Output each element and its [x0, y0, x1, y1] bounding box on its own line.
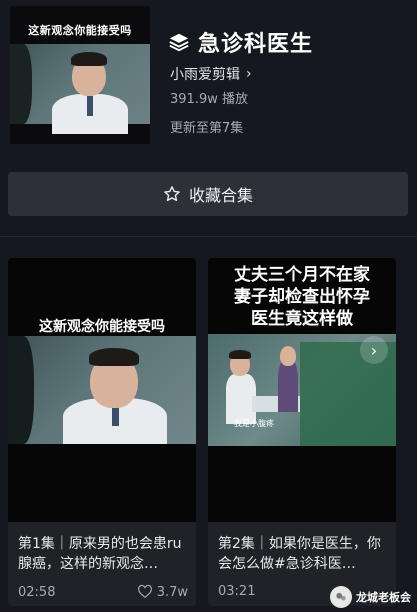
cover-scene-image: [10, 44, 150, 134]
collect-collection-button[interactable]: 收藏合集: [8, 172, 408, 216]
episode-duration: 03:21: [218, 584, 256, 599]
episode-thumbnail[interactable]: 这新观念你能接受吗: [8, 258, 196, 522]
collection-title: 急诊科医生: [198, 32, 314, 57]
chevron-right-icon: ›: [246, 66, 252, 82]
collection-title-row: 急诊科医生: [168, 28, 314, 57]
caption-line-1: 丈夫三个月不在家: [234, 265, 370, 285]
collect-label: 收藏合集: [188, 186, 253, 205]
chevron-right-icon[interactable]: ›: [360, 336, 388, 364]
episode-title: 第1集｜原来男的也会患ru腺癌，这样的新观念…: [18, 536, 182, 572]
play-count: 391.9w 播放: [170, 92, 248, 107]
episode-card-1[interactable]: 这新观念你能接受吗 第1集｜原来男的也会患ru腺癌，这样的新观念… 02:58 …: [8, 258, 196, 606]
watermark-logo-icon: [330, 586, 352, 608]
episode-meta: 02:58 3.7w: [18, 584, 188, 600]
star-icon: [164, 186, 180, 202]
author-link[interactable]: 小雨爱剪辑 ›: [170, 64, 252, 84]
scene-caption: 我是小腹疼: [234, 419, 274, 428]
episode-thumbnail[interactable]: 丈夫三个月不在家 妻子却检查出怀孕 医生竟这样做 我是小腹疼 ›: [208, 258, 396, 522]
layers-icon: [169, 33, 189, 52]
collection-cover[interactable]: 这新观念你能接受吗: [10, 6, 150, 144]
likes-count: 3.7w: [156, 584, 188, 600]
episode-title: 第2集｜如果你是医生，你会怎么做#急诊科医…: [218, 536, 381, 572]
collection-header: 这新观念你能接受吗 急诊科医生 小雨爱剪辑 › 391.9w 播放 更新至第7集: [0, 0, 417, 160]
watermark-text: 龙城老板会: [356, 591, 411, 604]
divider: [0, 236, 417, 237]
watermark: 龙城老板会: [330, 586, 411, 608]
episode-thumb-caption: 这新观念你能接受吗: [39, 319, 165, 335]
author-name: 小雨爱剪辑: [170, 67, 240, 83]
heart-icon: [137, 584, 152, 599]
caption-line-3: 医生竟这样做: [251, 309, 353, 329]
episode-thumb-caption: 丈夫三个月不在家 妻子却检查出怀孕 医生竟这样做: [208, 264, 396, 330]
cover-caption: 这新观念你能接受吗: [28, 24, 132, 37]
episode-card-2[interactable]: 丈夫三个月不在家 妻子却检查出怀孕 医生竟这样做 我是小腹疼 › 第2集｜如果你…: [208, 258, 396, 606]
episode-scene-image: [8, 336, 196, 444]
episode-duration: 02:58: [18, 584, 56, 600]
caption-line-2: 妻子却检查出怀孕: [234, 287, 370, 307]
update-status: 更新至第7集: [170, 121, 244, 136]
episode-likes: 3.7w: [137, 584, 188, 600]
